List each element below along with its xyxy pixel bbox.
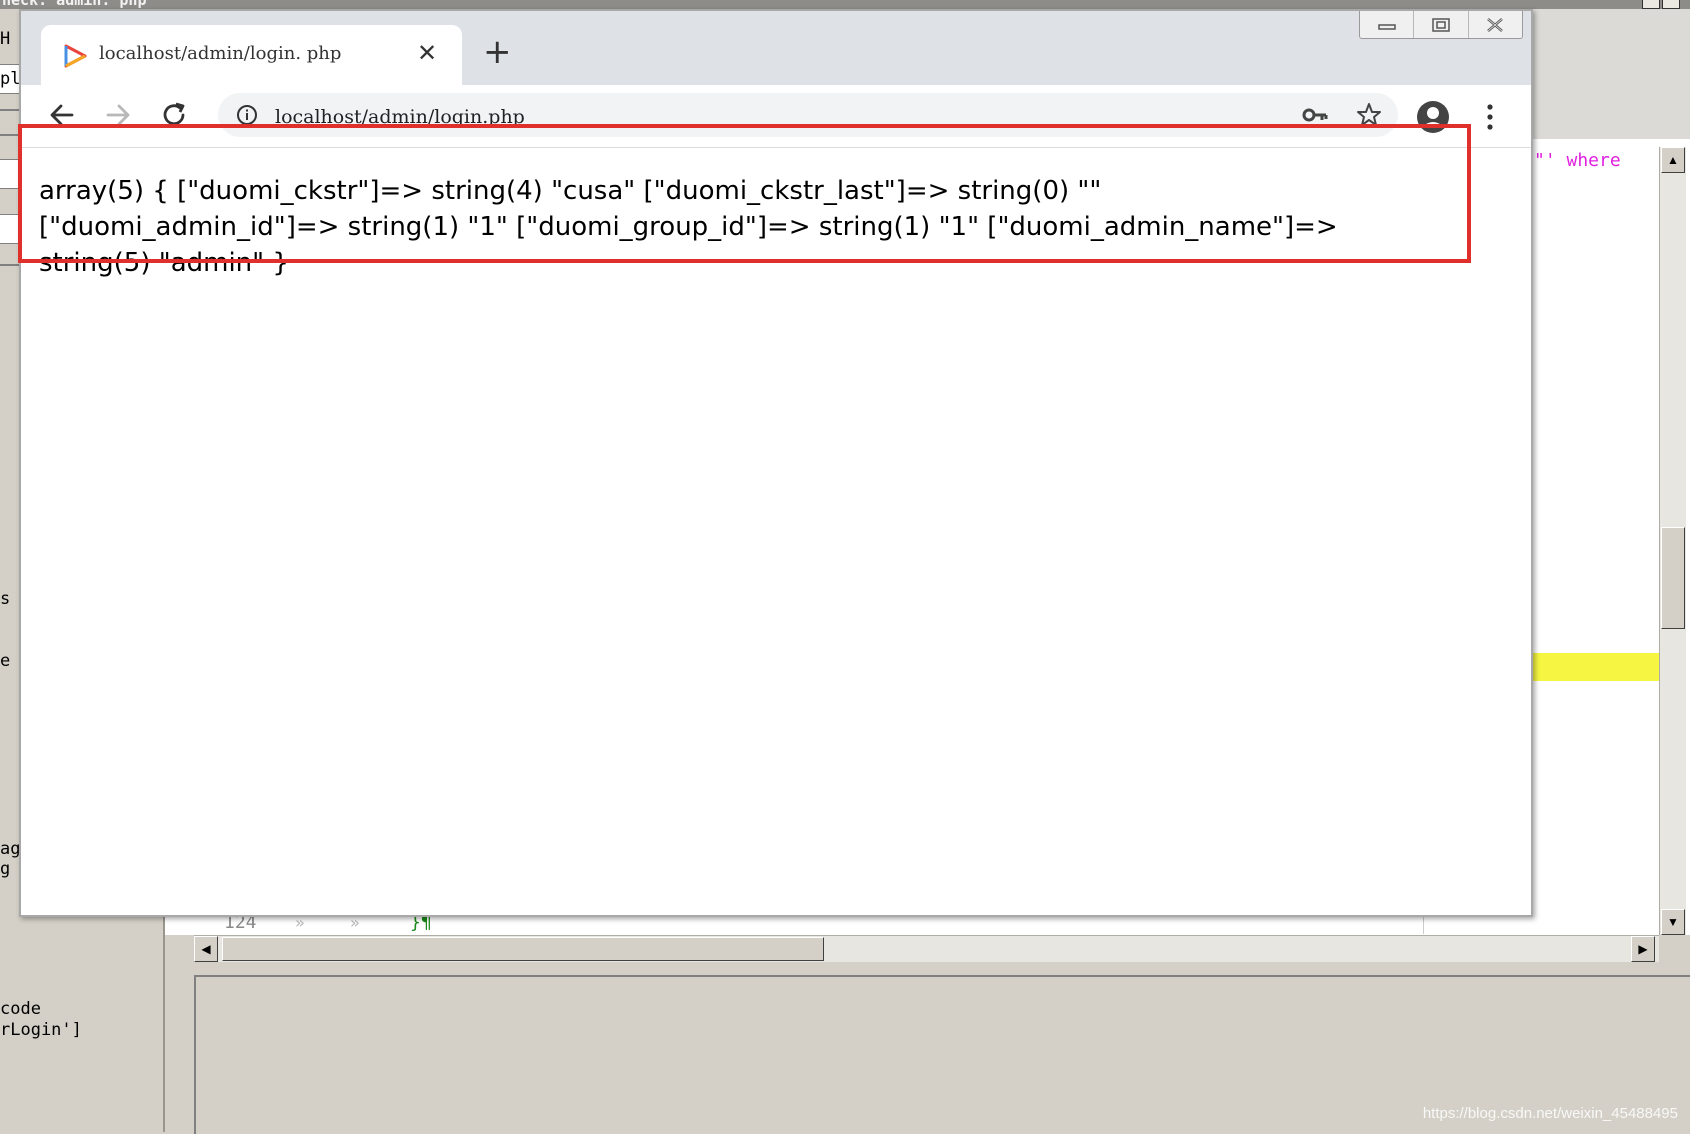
left-panel-fragment: H [0,29,11,49]
tab-title: localhost/admin/login. php [99,43,342,64]
kebab-menu-icon[interactable] [1486,102,1494,132]
arrow-left-icon: ◀ [201,942,211,956]
scroll-up-button[interactable]: ▲ [1661,147,1685,173]
close-tab-icon[interactable]: ✕ [417,39,437,67]
current-line-highlight [1531,653,1659,681]
minimize-icon [1377,23,1396,30]
tab-bar: localhost/admin/login. php ✕ + [21,11,1531,85]
close-window-button[interactable] [1469,11,1522,38]
watermark: https://blog.csdn.net/weixin_45488495 [1422,1105,1678,1122]
scroll-right-button[interactable]: ▶ [1631,936,1655,962]
code-token: "' where [1534,150,1621,171]
close-icon [1487,17,1504,32]
favicon-play-icon [64,44,87,68]
window-controls [1359,11,1523,39]
browser-tab[interactable]: localhost/admin/login. php ✕ [41,25,462,85]
info-icon[interactable] [236,104,258,126]
left-panel-fragment: e [0,651,11,671]
arrow-up-icon: ▲ [1667,153,1679,167]
vertical-scrollbar[interactable]: ▲ ▼ [1659,147,1686,935]
left-panel-fragment: g [0,859,11,879]
editor-maximize-button[interactable] [1662,0,1680,9]
arrow-right-icon: ▶ [1638,942,1648,956]
page-content: array(5) { ["duomi_ckstr"]=> string(4) "… [21,148,1531,915]
key-icon[interactable] [1302,104,1328,126]
horizontal-scroll-thumb[interactable] [222,937,824,961]
vertical-scroll-thumb[interactable] [1661,527,1685,629]
left-panel-fragment: ag [0,839,21,859]
left-panel-divider [0,109,20,111]
editor-title: heck: admin. php [2,0,147,9]
highlight-annotation-box [18,124,1471,263]
left-panel-divider [0,264,20,266]
scroll-left-button[interactable]: ◀ [194,936,218,962]
new-tab-button[interactable]: + [483,35,512,69]
left-panel-code-line: rLogin'] [0,1020,82,1040]
scroll-down-button[interactable]: ▼ [1661,909,1685,935]
editor-title-bar: heck: admin. php [0,0,1690,9]
maximize-button[interactable] [1414,11,1469,38]
left-panel-fragment: pl [0,69,21,89]
editor-window-controls [1642,0,1680,9]
editor-minimize-button[interactable] [1642,0,1660,9]
left-panel-fragment: s [0,589,11,609]
arrow-down-icon: ▼ [1667,915,1679,929]
maximize-icon [1432,17,1450,32]
left-panel-code-line: code [0,999,41,1019]
horizontal-scrollbar[interactable]: ◀ ▶ [194,935,1659,962]
minimize-button[interactable] [1360,11,1415,38]
editor-tab-strip [1530,9,1690,139]
left-panel-divider [0,134,20,136]
